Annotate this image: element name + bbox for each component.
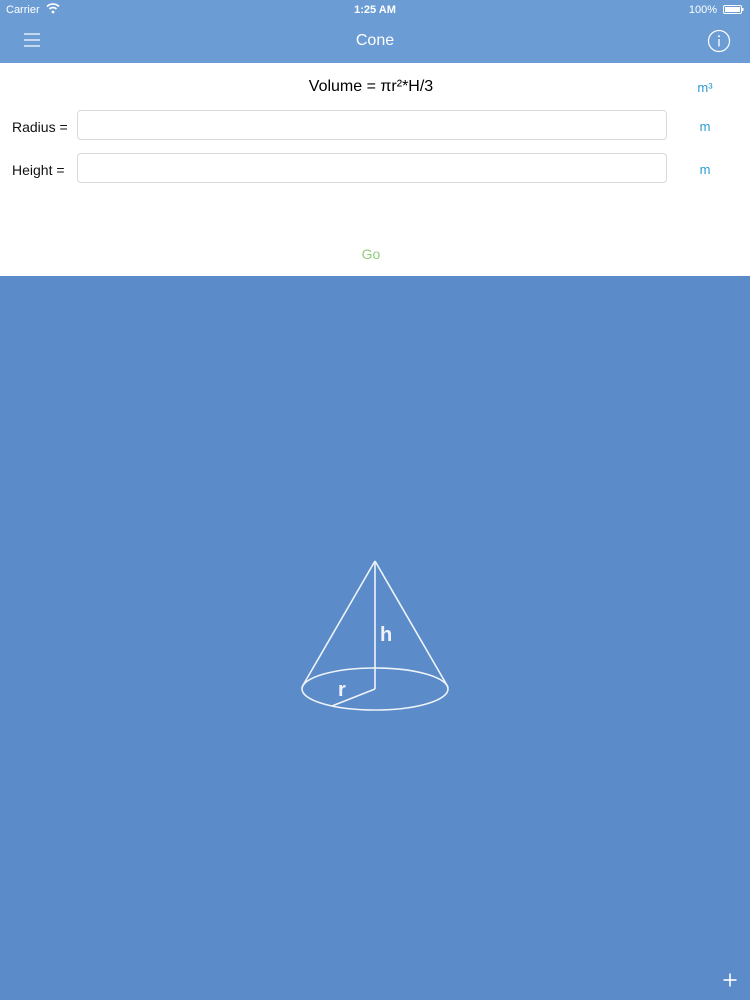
volume-formula: Volume = πr²*H/3	[308, 78, 434, 95]
height-unit-button[interactable]: m	[693, 162, 717, 177]
battery-icon	[723, 5, 744, 14]
status-bar: Carrier 1:25 AM 100%	[0, 0, 750, 20]
height-label: Height =	[12, 162, 65, 178]
plus-icon[interactable]	[722, 972, 738, 988]
calculator-form: Volume = πr²*H/3 m³ Radius = m Height = …	[0, 63, 750, 276]
status-time: 1:25 AM	[354, 4, 396, 16]
height-diagram-label: h	[380, 624, 392, 646]
radius-input[interactable]	[77, 110, 667, 140]
page-title: Cone	[355, 32, 395, 49]
radius-diagram-label: r	[338, 679, 346, 701]
top-bar: Carrier 1:25 AM 100% Cone	[0, 0, 750, 63]
volume-unit-button[interactable]: m³	[693, 80, 717, 95]
radius-unit-button[interactable]: m	[693, 119, 717, 134]
battery-percentage: 100%	[688, 4, 717, 16]
height-input[interactable]	[77, 153, 667, 183]
cone-outline	[301, 560, 449, 711]
go-button[interactable]: Go	[0, 246, 742, 262]
cone-diagram: h r	[301, 560, 449, 711]
radius-label: Radius =	[12, 119, 68, 135]
info-icon[interactable]	[707, 29, 731, 53]
